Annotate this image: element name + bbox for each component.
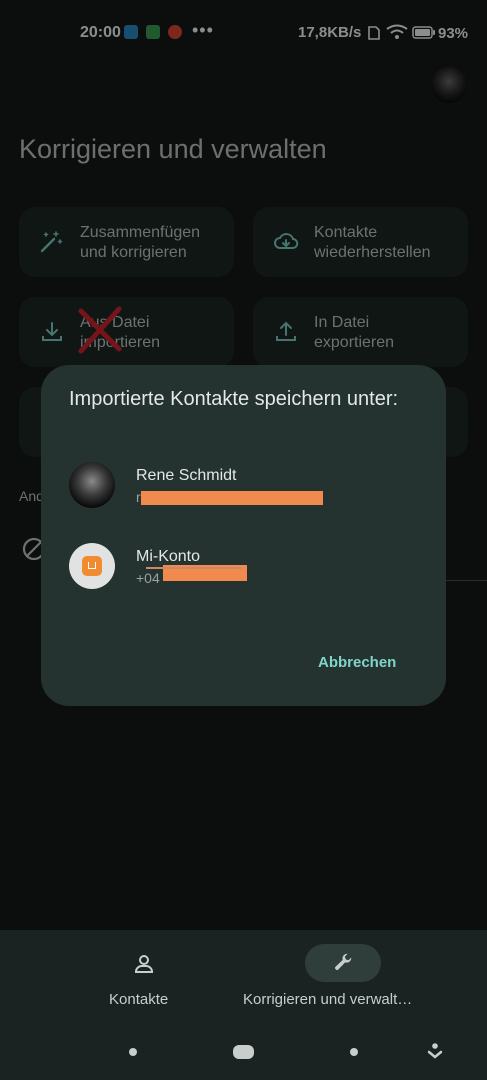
person-icon	[135, 955, 153, 973]
system-nav-dot[interactable]	[350, 1048, 358, 1056]
mi-account-avatar	[69, 543, 115, 589]
account-row-mi[interactable]: Mi-Konto +04	[41, 536, 446, 594]
account-email: r	[136, 489, 141, 505]
redaction-line	[146, 567, 242, 569]
system-nav-dot[interactable]	[129, 1048, 137, 1056]
account-avatar-skull	[69, 462, 115, 508]
save-imported-contacts-dialog: Importierte Kontakte speichern unter: Re…	[41, 365, 446, 706]
account-row-rene[interactable]: Rene Schmidt r	[41, 457, 446, 511]
wrench-icon	[335, 953, 352, 970]
redaction-bar	[141, 491, 323, 505]
nav-contacts-label: Kontakte	[109, 991, 169, 1008]
nav-manage-label[interactable]: Korrigieren und verwalt…	[243, 991, 412, 1008]
account-name: Mi-Konto	[136, 548, 201, 565]
account-phone: +04	[136, 570, 160, 586]
nav-contacts[interactable]: Kontakte	[104, 944, 184, 1014]
mi-logo-icon	[82, 556, 102, 576]
nav-hide-icon[interactable]	[425, 1042, 445, 1060]
account-name: Rene Schmidt	[136, 467, 237, 484]
dialog-title: Importierte Kontakte speichern unter:	[69, 388, 399, 410]
cancel-button[interactable]: Abbrechen	[318, 654, 396, 671]
home-button[interactable]	[233, 1045, 254, 1059]
nav-manage-pill[interactable]	[305, 944, 381, 982]
